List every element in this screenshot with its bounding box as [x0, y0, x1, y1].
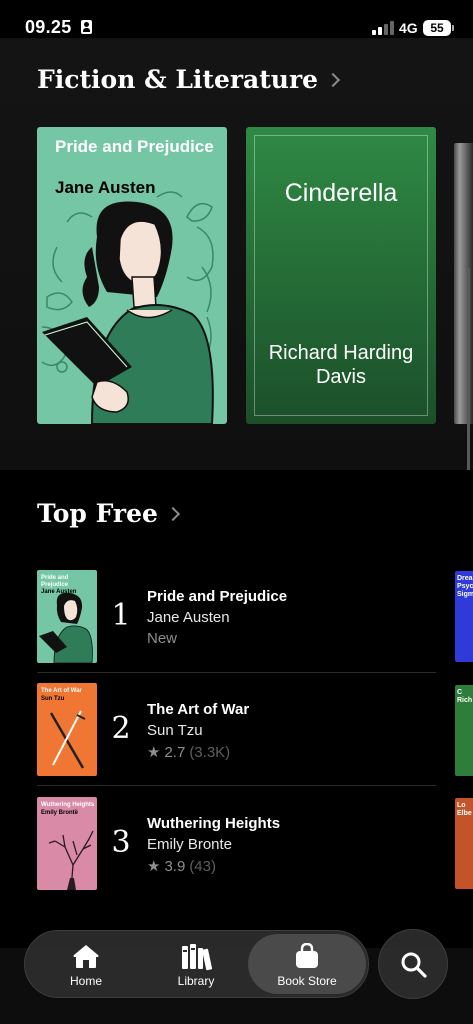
section-title: Fiction & Literature: [37, 65, 319, 94]
rating-value: 2.7: [164, 744, 186, 761]
search-button[interactable]: [378, 929, 448, 999]
tab-book-store[interactable]: Book Store: [248, 934, 366, 994]
rating-count: (43): [189, 858, 216, 875]
chevron-right-icon: [325, 72, 341, 88]
bag-icon: [296, 943, 318, 968]
thumb-title: The Art of War: [41, 688, 82, 694]
divider: [37, 785, 436, 786]
thumb-author: Sun Tzu: [41, 696, 65, 702]
book-title: The Art of War: [147, 701, 250, 718]
rating-value: 3.9: [164, 858, 186, 875]
book-title: Pride and Prejudice: [55, 137, 214, 156]
rating: ★ 2.7 (3.3K): [147, 743, 230, 761]
status-badge: New: [147, 630, 178, 647]
library-icon: [182, 944, 212, 971]
book-author: Jane Austen: [55, 178, 156, 197]
book-thumbnail-peek[interactable]: Drea Psyc Sigm: [455, 571, 473, 662]
tab-label: Library: [177, 974, 215, 988]
book-author: Sun Tzu: [147, 722, 203, 739]
status-bar: 09.25 4G 55: [0, 0, 473, 38]
tab-bar: Home Library Book Store: [24, 930, 369, 998]
book-thumbnail-peek[interactable]: Lo Elbe: [455, 798, 473, 889]
tab-label: Home: [69, 974, 102, 988]
status-time: 09.25: [25, 17, 72, 37]
rank-number: 1: [111, 598, 131, 633]
book-cover-pride-and-prejudice[interactable]: Pride and Prejudice Jane Austen: [37, 127, 227, 424]
rank-number: 2: [111, 711, 131, 746]
home-icon: [73, 945, 99, 968]
book-thumbnail: Wuthering Heights Emily Brontë: [37, 797, 97, 890]
tab-home[interactable]: Home: [51, 931, 121, 997]
book-title: Pride and Prejudice: [147, 588, 288, 605]
star-icon: ★: [147, 744, 161, 761]
book-cover-peek[interactable]: [454, 143, 473, 424]
battery-icon: 55: [423, 20, 454, 36]
tab-library[interactable]: Library: [161, 931, 231, 997]
cover-illustration: [41, 191, 214, 424]
book-thumbnail-peek[interactable]: C Rich: [455, 685, 473, 776]
book-title: Cinderella: [284, 179, 398, 207]
chevron-right-icon: [165, 506, 180, 522]
list-item[interactable]: The Art of War Sun Tzu 2 The Art of War …: [0, 683, 473, 795]
book-title: Wuthering Heights: [147, 815, 281, 832]
search-icon: [401, 952, 427, 978]
thumb-author: Emily Brontë: [41, 810, 79, 816]
book-author: Jane Austen: [147, 609, 230, 626]
section-title: Top Free: [37, 499, 158, 528]
book-author: Richard Harding Davis: [268, 342, 414, 388]
thumb-author: Jane Austen: [41, 589, 77, 595]
rank-number: 3: [111, 825, 131, 860]
book-author: Emily Bronte: [147, 836, 233, 853]
list-item[interactable]: Wuthering Heights Emily Brontë 3 Wutheri…: [0, 797, 473, 909]
top-free-section-header[interactable]: Top Free: [37, 499, 180, 528]
list-item[interactable]: Pride and Prejudice Jane Austen 1 Pride …: [0, 570, 473, 682]
tab-label: Book Store: [277, 974, 337, 988]
fiction-section-header[interactable]: Fiction & Literature: [37, 65, 341, 94]
divider: [37, 672, 436, 673]
person-icon: [81, 20, 92, 34]
book-cover-cinderella[interactable]: Cinderella Richard Harding Davis: [246, 127, 436, 424]
rating-count: (3.3K): [189, 744, 231, 761]
rating: ★ 3.9 (43): [147, 857, 216, 875]
book-thumbnail: The Art of War Sun Tzu: [37, 683, 97, 776]
network-type: 4G: [399, 20, 418, 36]
thumb-title: Pride and Prejudice: [41, 575, 69, 588]
signal-icon: [372, 21, 396, 35]
thumb-title: Wuthering Heights: [41, 802, 95, 808]
star-icon: ★: [147, 858, 161, 875]
book-thumbnail: Pride and Prejudice Jane Austen: [37, 570, 97, 663]
